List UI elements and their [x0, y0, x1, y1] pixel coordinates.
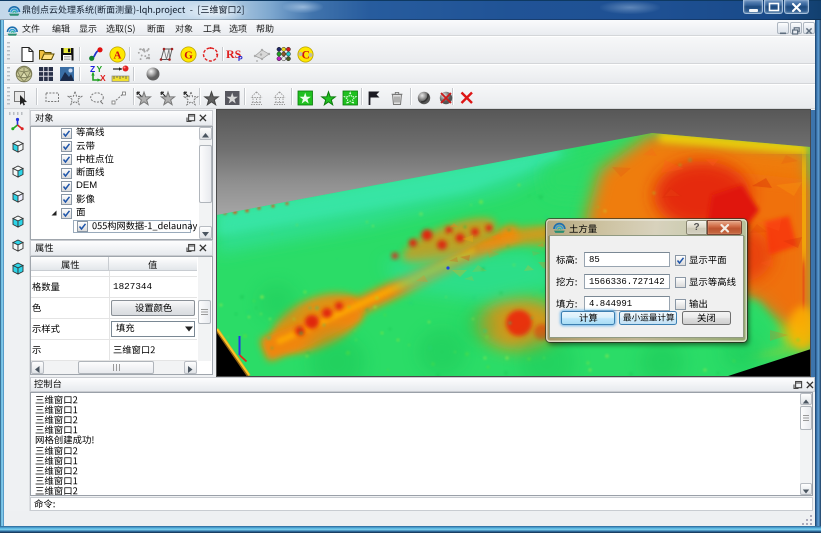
svg-text:X: X	[100, 73, 106, 83]
svg-text:P: P	[238, 56, 243, 62]
svg-text:A: A	[114, 49, 122, 61]
svg-text:G: G	[184, 49, 193, 61]
